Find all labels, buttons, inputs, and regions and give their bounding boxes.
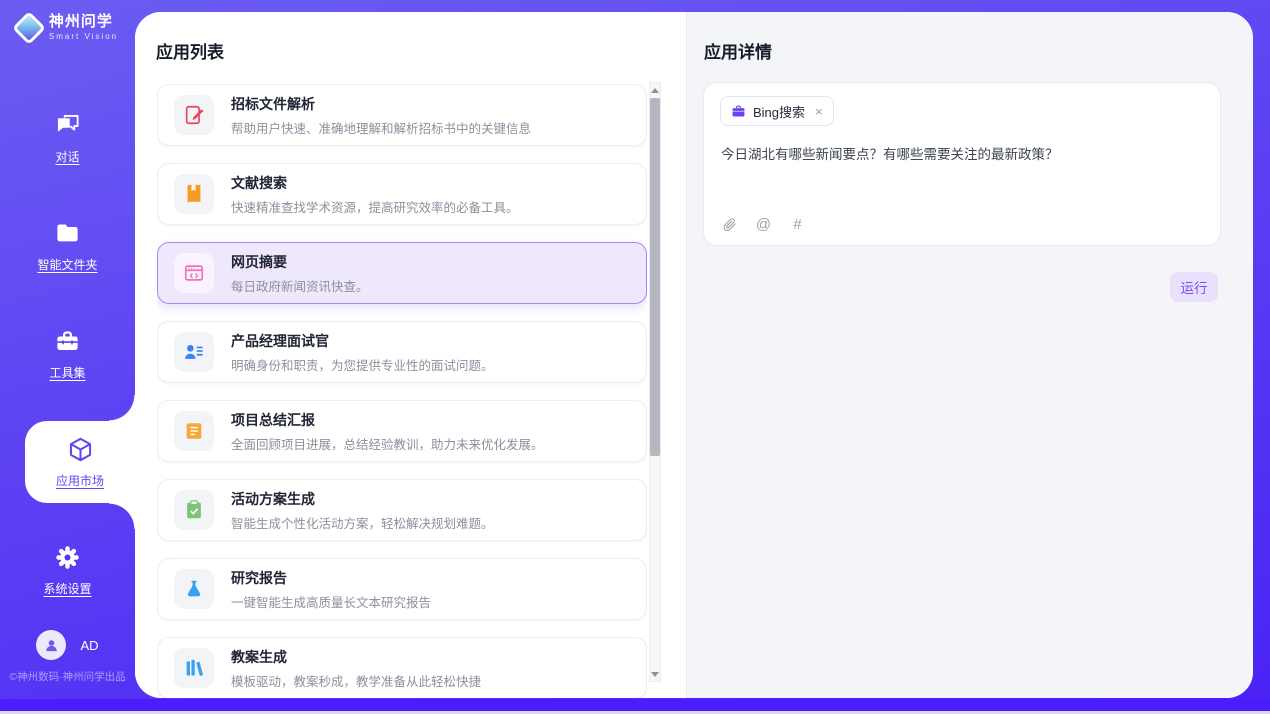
at-icon[interactable]: @ [755, 216, 772, 233]
bottom-accent-bar [0, 699, 1270, 711]
app-card-description: 帮助用户快速、准确地理解和解析招标书中的关键信息 [231, 118, 531, 137]
composer-toolbar: @ # [721, 216, 806, 233]
main-content: 应用列表 招标文件解析 帮助用户快速、准确地理解和解析招标书中的关键信息 [135, 12, 1253, 698]
sidebar: 神州问学 Smart Vision 对话 智能文件夹 工具集 应用市场 [0, 0, 135, 698]
diamond-logo-icon [12, 11, 46, 45]
paperclip-icon[interactable] [721, 216, 738, 233]
user-initials: AD [80, 638, 98, 653]
briefcase-icon [731, 104, 746, 119]
prompt-input[interactable]: 今日湖北有哪些新闻要点？有哪些需要关注的最新政策？ [721, 145, 1204, 165]
app-icon-tile [174, 95, 214, 135]
brand-name: 神州问学 [49, 14, 118, 31]
sidebar-item[interactable]: 系统设置 [0, 516, 135, 624]
app-card-description: 每日政府新闻资讯快查。 [231, 276, 369, 295]
list-scrollbar[interactable] [649, 82, 661, 682]
chat-icon [54, 112, 81, 139]
app-card[interactable]: 活动方案生成 智能生成个性化活动方案，轻松解决规划难题。 [157, 479, 647, 541]
books-icon [183, 657, 205, 679]
sidebar-item[interactable]: 智能文件夹 [0, 192, 135, 300]
doc-edit-icon [183, 104, 205, 126]
browser-code-icon [183, 262, 205, 284]
app-card-description: 一键智能生成高质量长文本研究报告 [231, 592, 431, 611]
toolbox-icon [54, 328, 81, 355]
avatar [36, 630, 66, 660]
research-flask-icon [183, 578, 205, 600]
report-note-icon [183, 420, 205, 442]
hash-icon[interactable]: # [789, 216, 806, 233]
app-icon-tile [174, 253, 214, 293]
app-card-title: 招标文件解析 [231, 94, 531, 114]
person-icon [43, 637, 60, 654]
book-icon [183, 183, 205, 205]
app-card-description: 全面回顾项目进展，总结经验教训，助力未来优化发展。 [231, 434, 544, 453]
app-card[interactable]: 教案生成 模板驱动，教案秒成，教学准备从此轻松快捷 [157, 637, 647, 698]
app-list-title: 应用列表 [156, 38, 224, 63]
app-list-panel: 应用列表 招标文件解析 帮助用户快速、准确地理解和解析招标书中的关键信息 [135, 12, 686, 698]
sidebar-item[interactable]: 对话 [0, 84, 135, 192]
app-card[interactable]: 研究报告 一键智能生成高质量长文本研究报告 [157, 558, 647, 620]
brand-logo[interactable]: 神州问学 Smart Vision [0, 14, 135, 41]
app-card[interactable]: 产品经理面试官 明确身份和职责，为您提供专业性的面试问题。 [157, 321, 647, 383]
scrollbar-up-arrow-icon[interactable] [650, 83, 660, 97]
app-card[interactable]: 项目总结汇报 全面回顾项目进展，总结经验教训，助力未来优化发展。 [157, 400, 647, 462]
app-icon-tile [174, 174, 214, 214]
sidebar-item-label: 智能文件夹 [37, 256, 97, 273]
interview-icon [183, 341, 205, 363]
app-detail-panel: 应用详情 Bing搜索 × 今日湖北有哪些新闻要点？有哪些需要关注的最新政策？ … [686, 12, 1253, 698]
app-icon-tile [174, 332, 214, 372]
sidebar-item[interactable]: 应用市场 [25, 421, 135, 503]
app-card[interactable]: 招标文件解析 帮助用户快速、准确地理解和解析招标书中的关键信息 [157, 84, 647, 146]
sidebar-item[interactable]: 工具集 [0, 300, 135, 408]
app-icon-tile [174, 648, 214, 688]
tool-chip-label: Bing搜索 [753, 102, 805, 121]
sidebar-item-label: 工具集 [49, 364, 85, 381]
sidebar-item-label: 系统设置 [43, 580, 91, 597]
app-icon-tile [174, 411, 214, 451]
sidebar-nav: 对话 智能文件夹 工具集 应用市场 系统设置 [0, 84, 135, 624]
cube-icon [67, 436, 94, 463]
gear-icon [54, 544, 81, 571]
copyright-text: ©神州数码·神州问学出品 [0, 669, 135, 684]
app-icon-tile [174, 569, 214, 609]
app-card-title: 文献搜索 [231, 173, 519, 193]
app-card-title: 产品经理面试官 [231, 331, 494, 351]
run-button[interactable]: 运行 [1170, 272, 1218, 302]
app-card[interactable]: 网页摘要 每日政府新闻资讯快查。 [157, 242, 647, 304]
chip-close-icon[interactable]: × [815, 104, 823, 119]
sidebar-item-label: 对话 [55, 148, 79, 165]
clipboard-check-icon [183, 499, 205, 521]
app-card-description: 明确身份和职责，为您提供专业性的面试问题。 [231, 355, 494, 374]
user-account[interactable]: AD [0, 630, 135, 660]
scrollbar-down-arrow-icon[interactable] [650, 667, 660, 681]
app-card-title: 项目总结汇报 [231, 410, 544, 430]
folder-icon [54, 220, 81, 247]
app-icon-tile [174, 490, 214, 530]
brand-tagline: Smart Vision [49, 33, 118, 42]
app-card-description: 模板驱动，教案秒成，教学准备从此轻松快捷 [231, 671, 481, 690]
app-card-description: 智能生成个性化活动方案，轻松解决规划难题。 [231, 513, 494, 532]
app-card-description: 快速精准查找学术资源，提高研究效率的必备工具。 [231, 197, 519, 216]
app-card-title: 活动方案生成 [231, 489, 494, 509]
scrollbar-thumb[interactable] [650, 98, 660, 456]
app-card-title: 网页摘要 [231, 252, 369, 272]
app-list: 招标文件解析 帮助用户快速、准确地理解和解析招标书中的关键信息 文献搜索 快速精… [157, 84, 647, 698]
app-card-title: 教案生成 [231, 647, 481, 667]
app-detail-title: 应用详情 [704, 38, 772, 63]
sidebar-item-label: 应用市场 [56, 472, 104, 489]
app-card-title: 研究报告 [231, 568, 431, 588]
tool-chip-bing-search[interactable]: Bing搜索 × [720, 96, 834, 126]
app-card[interactable]: 文献搜索 快速精准查找学术资源，提高研究效率的必备工具。 [157, 163, 647, 225]
prompt-card: Bing搜索 × 今日湖北有哪些新闻要点？有哪些需要关注的最新政策？ @ # [703, 82, 1221, 246]
